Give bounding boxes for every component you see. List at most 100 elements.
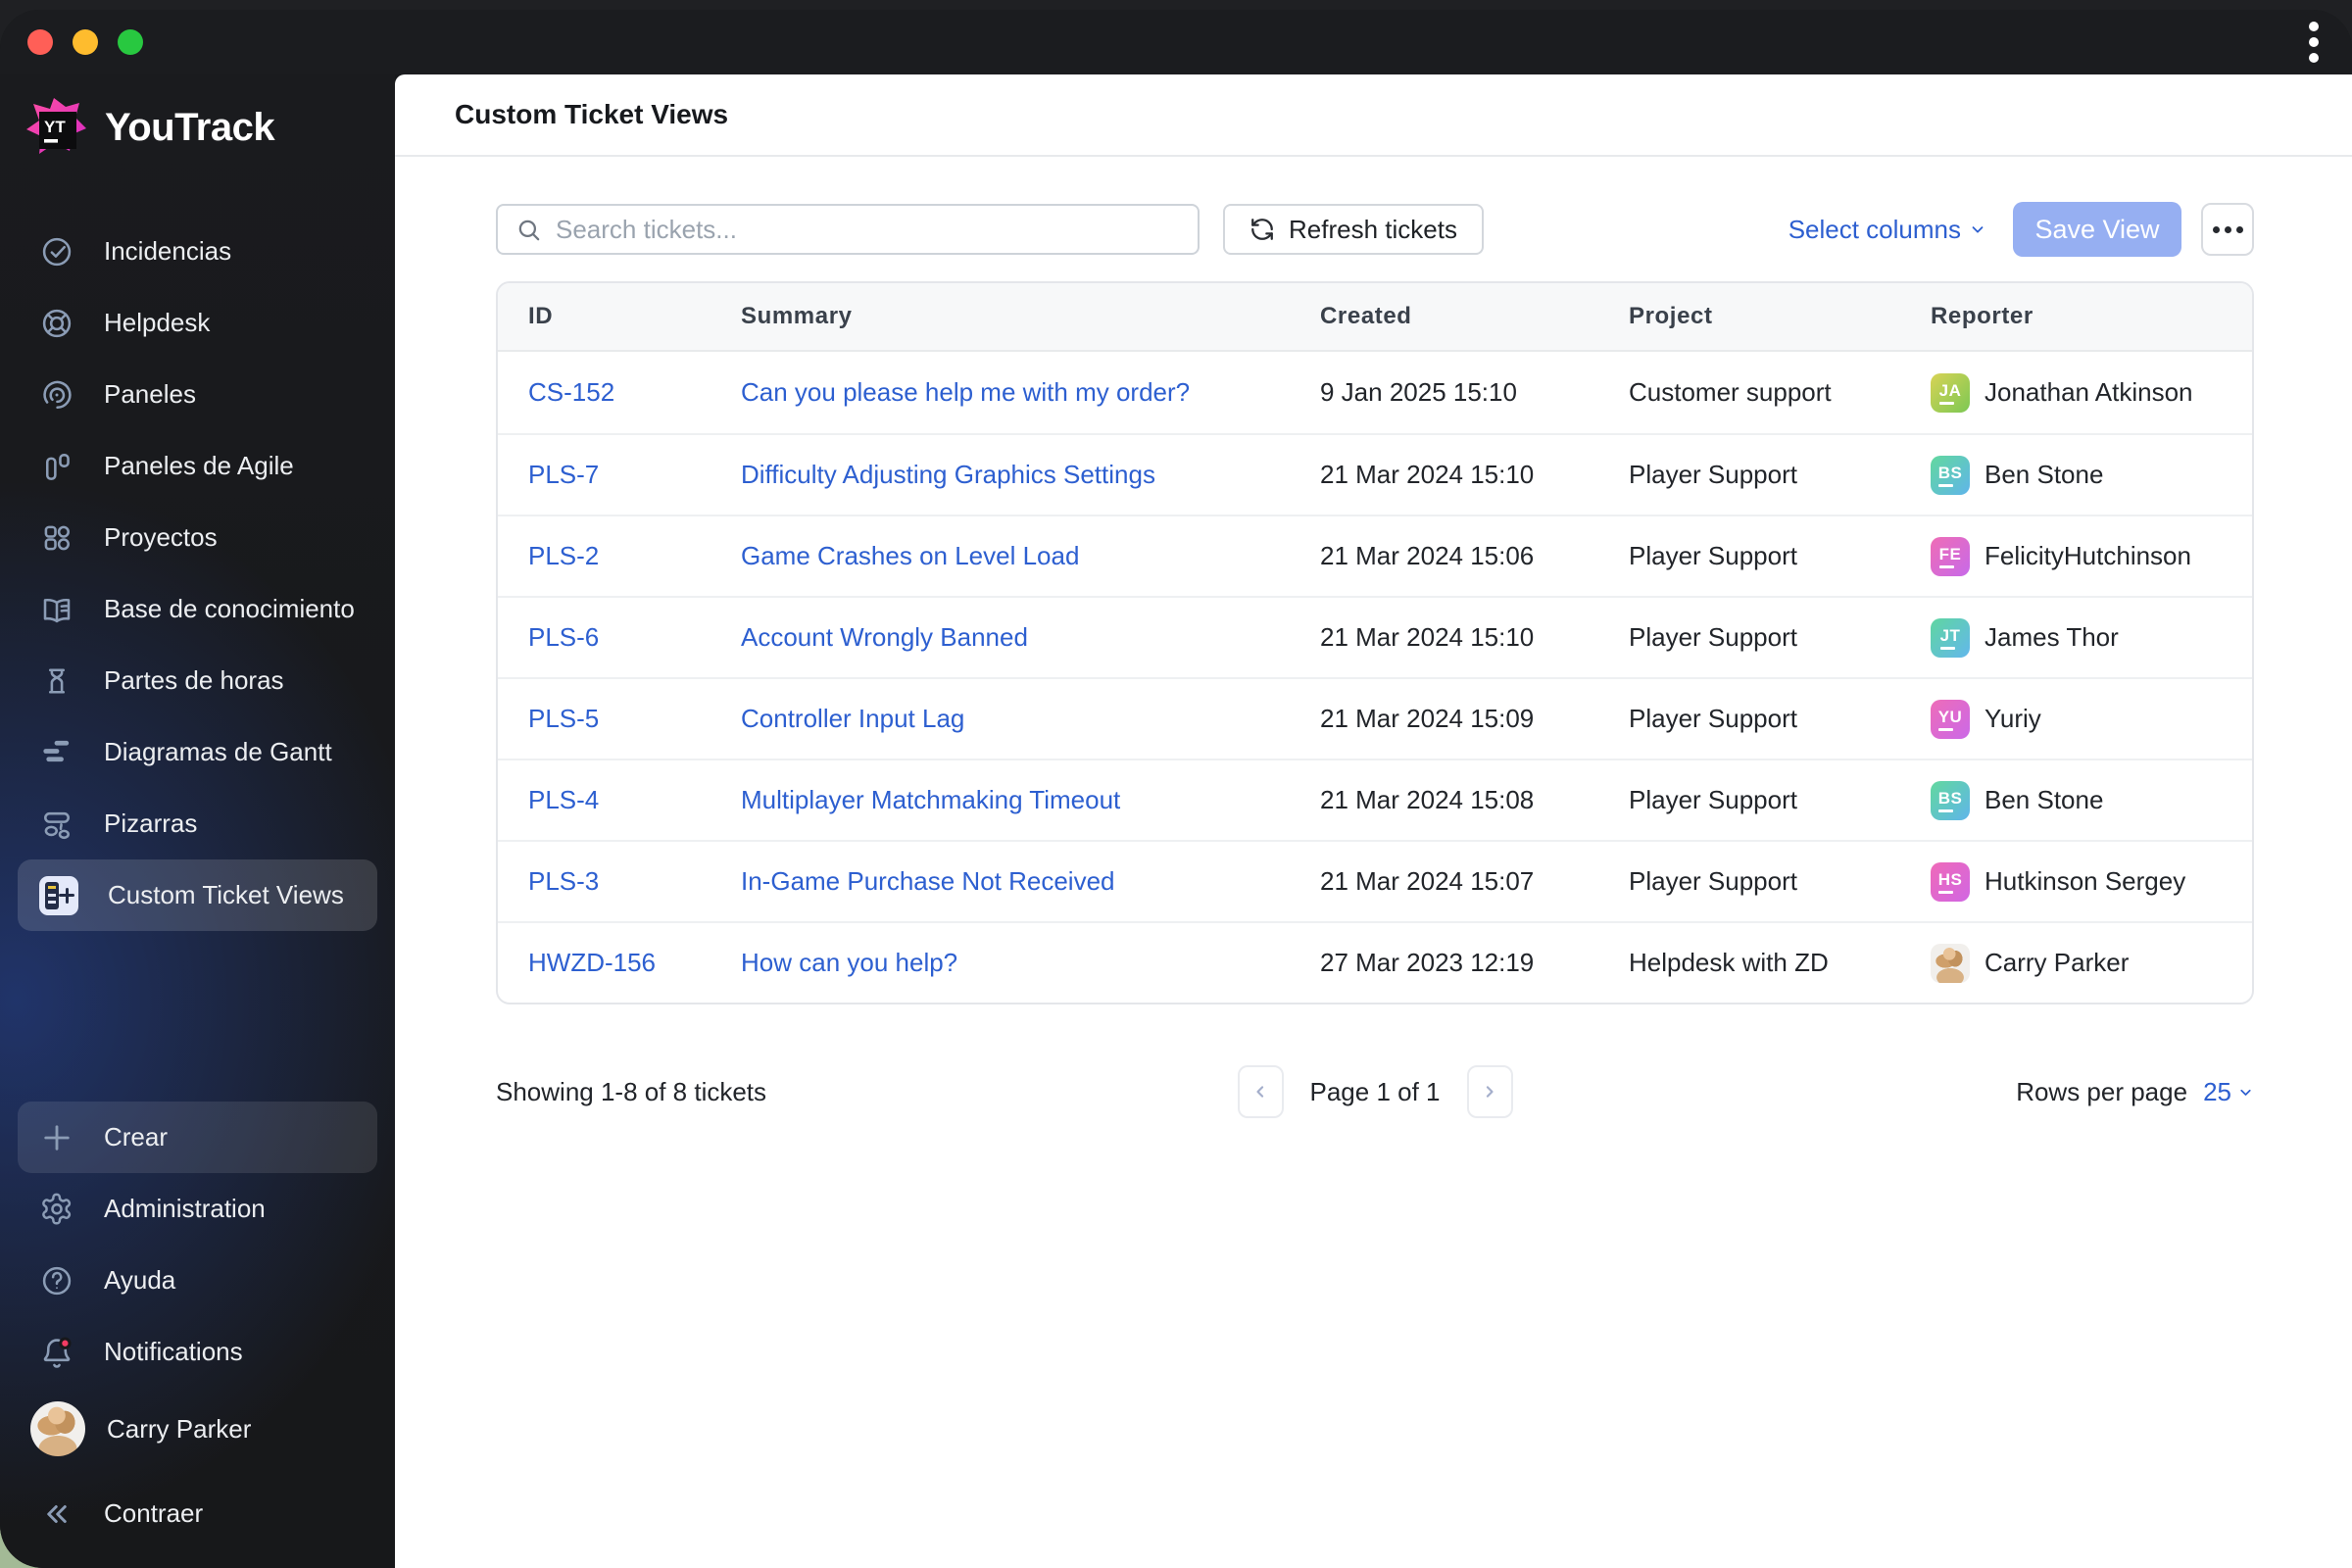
window-controls [27, 29, 143, 55]
table-row: CS-152 Can you please help me with my or… [498, 352, 2252, 433]
sidebar-item-contraer[interactable]: Contraer [18, 1478, 377, 1549]
table-header-row: ID Summary Created Project Reporter [498, 283, 2252, 352]
table-body: CS-152 Can you please help me with my or… [498, 352, 2252, 1003]
chevron-down-icon [2240, 1089, 2251, 1096]
ticket-id-link[interactable]: PLS-5 [528, 704, 599, 733]
sidebar-item-ayuda[interactable]: Ayuda [18, 1245, 377, 1316]
sidebar-item-label: Paneles [104, 379, 196, 409]
save-view-button[interactable]: Save View [2013, 202, 2181, 257]
reporter-avatar: BS [1931, 780, 1970, 820]
minimize-window-button[interactable] [73, 29, 98, 55]
reporter-name: Hutkinson Sergey [1984, 866, 2186, 896]
ticket-id-link[interactable]: PLS-3 [528, 866, 599, 896]
ticket-project-cell: Player Support [1629, 785, 1797, 814]
sidebar-item-partes-de-horas[interactable]: Partes de horas [18, 645, 377, 716]
knowledge-book-icon [39, 592, 74, 627]
more-options-button[interactable] [2201, 203, 2254, 256]
sidebar-item-crear[interactable]: Crear [18, 1102, 377, 1173]
ticket-project-cell: Player Support [1629, 704, 1797, 733]
ticket-project-cell: Player Support [1629, 541, 1797, 570]
hourglass-icon [39, 663, 74, 699]
sidebar-item-base-de-conocimiento[interactable]: Base de conocimiento [18, 573, 377, 645]
sidebar-item-label: Paneles de Agile [104, 451, 294, 480]
sidebar-item-paneles-de-agile[interactable]: Paneles de Agile [18, 430, 377, 502]
rows-per-page-value: 25 [2203, 1076, 2231, 1106]
app-name: YouTrack [105, 105, 275, 149]
reporter-name: Ben Stone [1984, 460, 2104, 489]
ticket-summary-link[interactable]: How can you help? [741, 948, 957, 977]
maximize-window-button[interactable] [118, 29, 143, 55]
sidebar-item-profile[interactable]: Carry Parker [18, 1388, 377, 1470]
select-columns-button[interactable]: Select columns [1788, 215, 1986, 245]
close-window-button[interactable] [27, 29, 53, 55]
ticket-reporter-cell: BS Ben Stone [1931, 780, 2252, 820]
ticket-summary-link[interactable]: In-Game Purchase Not Received [741, 866, 1115, 896]
ticket-summary-link[interactable]: Multiplayer Matchmaking Timeout [741, 785, 1120, 814]
ticket-summary-cell: Can you please help me with my order? [741, 377, 1320, 408]
reporter-name: FelicityHutchinson [1984, 541, 2191, 570]
ticket-summary-link[interactable]: Account Wrongly Banned [741, 622, 1028, 652]
search-box[interactable] [496, 204, 1200, 255]
prev-page-button[interactable] [1237, 1065, 1284, 1118]
search-input[interactable] [556, 214, 1180, 245]
reporter-name: Ben Stone [1984, 785, 2104, 814]
sidebar-item-notifications[interactable]: Notifications [18, 1316, 377, 1388]
sidebar-item-pizarras[interactable]: Pizarras [18, 788, 377, 859]
ticket-summary-link[interactable]: Difficulty Adjusting Graphics Settings [741, 460, 1155, 489]
app-logo: YT YouTrack [0, 96, 395, 159]
page-title: Custom Ticket Views [455, 99, 729, 129]
ticket-summary-link[interactable]: Game Crashes on Level Load [741, 541, 1079, 570]
ticket-id-link[interactable]: PLS-2 [528, 541, 599, 570]
sidebar-item-diagramas-de-gantt[interactable]: Diagramas de Gantt [18, 716, 377, 788]
ticket-created-cell: 27 Mar 2023 12:19 [1320, 948, 1535, 977]
ticket-project-cell: Player Support [1629, 622, 1797, 652]
chevron-left-icon [1256, 1086, 1264, 1098]
reporter-avatar: JA [1931, 372, 1970, 413]
toolbar: Refresh tickets Select columns Save View [496, 202, 2254, 257]
ticket-reporter-cell: BS Ben Stone [1931, 455, 2252, 495]
ticket-id-cell: HWZD-156 [528, 948, 741, 978]
gear-icon [39, 1192, 74, 1227]
custom-ticket-tile-icon [39, 875, 78, 915]
reporter-avatar: FE [1931, 536, 1970, 576]
kebab-menu-icon[interactable] [2303, 16, 2325, 69]
ticket-id-link[interactable]: PLS-7 [528, 460, 599, 489]
ticket-created-cell: 21 Mar 2024 15:10 [1320, 460, 1535, 489]
rows-per-page-label: Rows per page [2016, 1076, 2188, 1106]
titlebar [0, 10, 2352, 74]
collapse-chevrons-icon [39, 1496, 74, 1532]
ticket-summary-cell: Difficulty Adjusting Graphics Settings [741, 460, 1320, 490]
ticket-summary-link[interactable]: Can you please help me with my order? [741, 377, 1190, 407]
sidebar-item-label: Notifications [104, 1337, 243, 1366]
next-page-button[interactable] [1466, 1065, 1513, 1118]
boards-flowchart-icon [39, 807, 74, 842]
reporter-initials: YU [1937, 708, 1963, 731]
table-row: PLS-4 Multiplayer Matchmaking Timeout 21… [498, 759, 2252, 840]
sidebar-item-custom-ticket-views[interactable]: Custom Ticket Views [18, 859, 377, 931]
refresh-tickets-button[interactable]: Refresh tickets [1223, 204, 1484, 255]
ticket-id-link[interactable]: HWZD-156 [528, 948, 656, 977]
svg-text:YT: YT [44, 118, 66, 136]
ticket-summary-link[interactable]: Controller Input Lag [741, 704, 964, 733]
sidebar-item-paneles[interactable]: Paneles [18, 359, 377, 430]
ticket-project-cell: Player Support [1629, 866, 1797, 896]
ticket-id-link[interactable]: PLS-4 [528, 785, 599, 814]
sidebar-item-incidencias[interactable]: Incidencias [18, 216, 377, 287]
sidebar-item-helpdesk[interactable]: Helpdesk [18, 287, 377, 359]
ticket-id-link[interactable]: PLS-6 [528, 622, 599, 652]
ticket-id-cell: PLS-7 [528, 460, 741, 490]
reporter-initials: JT [1939, 626, 1961, 650]
sidebar: YT YouTrack Incidencias Helpdesk Paneles… [0, 74, 395, 1568]
rows-per-page-select[interactable]: 25 [2203, 1077, 2254, 1107]
ticket-id-link[interactable]: CS-152 [528, 377, 614, 407]
ticket-reporter-cell: FE FelicityHutchinson [1931, 536, 2252, 576]
youtrack-logo-icon: YT [24, 96, 87, 159]
sidebar-item-label: Crear [104, 1122, 169, 1152]
column-header-project: Project [1629, 303, 1713, 329]
table-row: PLS-3 In-Game Purchase Not Received 21 M… [498, 840, 2252, 921]
bell-icon [39, 1335, 74, 1370]
issues-check-circle-icon [39, 234, 74, 270]
sidebar-item-proyectos[interactable]: Proyectos [18, 502, 377, 573]
tickets-table: ID Summary Created Project Reporter CS-1… [496, 281, 2254, 1004]
sidebar-item-administration[interactable]: Administration [18, 1173, 377, 1245]
